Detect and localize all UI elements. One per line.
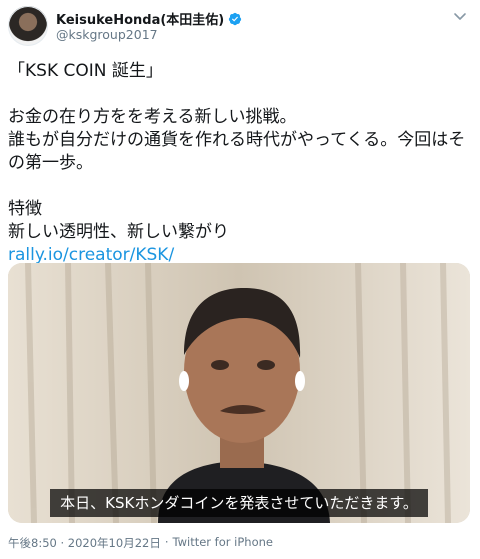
author-handle[interactable]: @kskgroup2017 (56, 27, 158, 42)
tweet-video[interactable]: 本日、KSKホンダコインを発表させていただきます。 (8, 263, 470, 523)
verified-badge-icon (229, 12, 242, 25)
meta-separator: · (164, 535, 169, 549)
tweet-timestamp[interactable]: 午後8:50 · 2020年10月22日 (8, 535, 161, 551)
tweet-meta: 午後8:50 · 2020年10月22日 · Twitter for iPhon… (8, 535, 273, 551)
tweet-source[interactable]: Twitter for iPhone (172, 535, 273, 551)
video-subtitle-text: 本日、KSKホンダコインを発表させていただきます。 (50, 489, 428, 517)
tweet-line-title: 「KSK COIN 誕生」 (8, 61, 163, 81)
author-avatar[interactable] (8, 6, 48, 46)
tweet-paragraph-features: 特徴 新しい透明性、新しい繋がり (8, 199, 229, 242)
tweet-paragraph-intro: お金の在り方をを考える新しい挑戦。 誰もが自分だけの通貨を作れる時代がやってくる… (8, 107, 466, 173)
tweet-link[interactable]: rally.io/creator/KSK/ (8, 245, 174, 265)
video-frame (8, 263, 470, 523)
tweet-text: 「KSK COIN 誕生」 お金の在り方をを考える新しい挑戦。 誰もが自分だけの… (8, 60, 470, 267)
author-display-name[interactable]: KeisukeHonda(本田圭佑) (56, 9, 224, 28)
author-name-row: KeisukeHonda(本田圭佑) (56, 9, 242, 28)
chevron-down-icon[interactable] (452, 8, 468, 24)
video-subtitle: 本日、KSKホンダコインを発表させていただきます。 (8, 489, 470, 517)
